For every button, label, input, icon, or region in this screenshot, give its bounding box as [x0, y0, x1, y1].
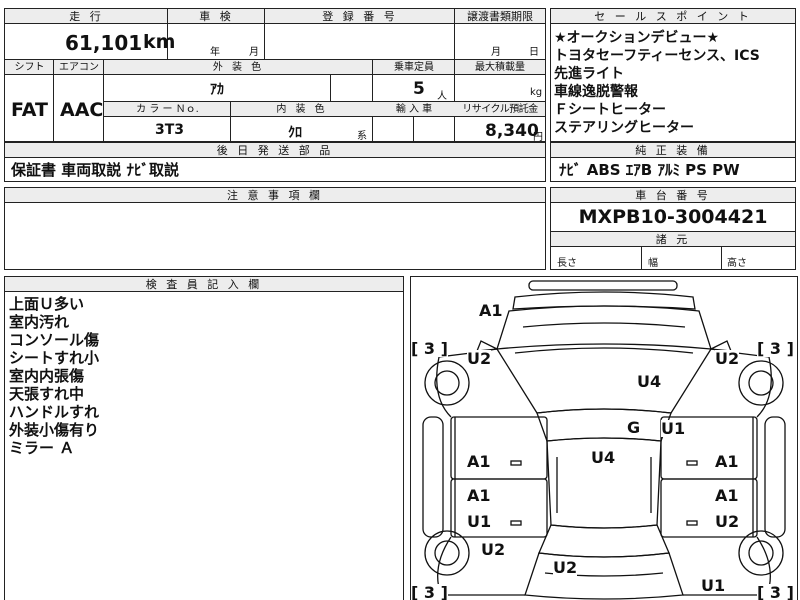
inspection-header: 車 検	[168, 9, 265, 24]
transfer-day: 日	[529, 47, 539, 58]
inspector-note: シートすれ小	[9, 349, 100, 367]
damage-rear-left: U2	[481, 540, 506, 559]
selling-point-line: ステアリングヒーター	[554, 120, 694, 136]
damage-cabin: U4	[591, 448, 616, 467]
damage-front-right: U2	[715, 349, 740, 368]
selling-points-box: セ ー ル ス ポ イ ン ト ★オークションデビュー★ トヨタセーフティーセン…	[550, 8, 796, 142]
later-parts-value: 保証書 車両取説 ﾅﾋﾞ取説	[11, 161, 179, 179]
length-label: 長さ	[557, 258, 577, 269]
recycle-value: 8,340	[485, 121, 539, 141]
damage-door-rr-a: A1	[715, 486, 739, 505]
inspector-note: コンソール傷	[9, 331, 100, 349]
interior-color-header: 内 装 色	[231, 102, 373, 117]
notes-header: 注 意 事 項 欄	[5, 188, 545, 203]
car-diagram-box: A1 U2 U2 U4 G U1 U4 A1 A1 A1 U1 A1 U2 U2…	[410, 276, 798, 600]
interior-color-value: ｸﾛ	[288, 125, 302, 141]
inspector-note: 外装小傷有り	[9, 421, 100, 439]
height-label: 高さ	[727, 258, 747, 269]
seating-unit: 人	[437, 91, 447, 102]
damage-glass: G	[627, 418, 641, 437]
selling-point-line: トヨタセーフティーセンス、ICS	[554, 48, 760, 64]
color-no-value: 3T3	[155, 122, 185, 138]
color-no-header: カ ラ ー Ｎｏ.	[104, 102, 231, 117]
shift-value: FAT	[11, 99, 48, 121]
damage-roof-front: A1	[479, 301, 503, 320]
exterior-color-value: ｱｶ	[210, 82, 224, 98]
damage-door-rl-u: U1	[467, 512, 492, 531]
inspector-header: 検 査 員 記 入 欄	[5, 277, 403, 292]
selling-points-header: セ ー ル ス ポ イ ン ト	[551, 9, 795, 24]
damage-door-fl: A1	[467, 452, 491, 471]
mileage-value: 61,101	[65, 31, 143, 55]
max-load-header: 最大積載量	[455, 60, 545, 75]
later-parts-box: 後 日 発 送 部 品 保証書 車両取説 ﾅﾋﾞ取説	[4, 142, 546, 182]
car-diagram	[422, 280, 786, 600]
aircon-value: AAC	[60, 99, 104, 121]
exterior-color-header: 外 装 色	[104, 60, 373, 75]
equipment-value: ﾅﾋﾞ ABS ｴｱB ｱﾙﾐ PS PW	[559, 161, 740, 179]
damage-hood-right: U4	[637, 372, 662, 391]
damage-trunk: U2	[553, 558, 578, 577]
damage-door-rl-a: A1	[467, 486, 491, 505]
interior-suffix: 系	[357, 131, 367, 142]
seating-value: 5	[413, 79, 425, 99]
transfer-month: 月	[491, 47, 501, 58]
selling-point-line: Ｆシートヒーター	[554, 102, 666, 118]
aircon-header: エアコン	[54, 60, 104, 75]
inspector-note: 天張すれ中	[9, 385, 85, 403]
import-header: 輸 入 車	[373, 102, 455, 117]
damage-front-left: U2	[467, 349, 492, 368]
transfer-header: 譲渡書類期限	[455, 9, 545, 24]
tire-bracket-bottom-right: [ 3 ]	[757, 583, 794, 600]
selling-point-line: 車線逸脱警報	[554, 84, 638, 100]
damage-door-fr: A1	[715, 452, 739, 471]
later-parts-header: 後 日 発 送 部 品	[5, 143, 545, 158]
inspector-notes-list: 上面Ｕ多い 室内汚れ コンソール傷 シートすれ小 室内内張傷 天張すれ中 ハンド…	[9, 295, 99, 457]
damage-rear-right: U1	[701, 576, 726, 595]
inspection-year: 年	[210, 47, 220, 58]
mileage-header: 走 行	[5, 9, 168, 24]
selling-point-line: 先進ライト	[554, 66, 624, 82]
damage-pillar-right: U1	[661, 419, 686, 438]
max-load-unit: kg	[530, 87, 543, 98]
inspector-note: ミラー Ａ	[9, 439, 75, 457]
top-table: 走 行 車 検 登 録 番 号 譲渡書類期限 61,101 km 年 月 月 日…	[4, 8, 546, 143]
selling-point-line: ★オークションデビュー★	[554, 30, 720, 46]
inspector-note: ハンドルすれ	[9, 403, 100, 421]
dimensions-header: 諸 元	[551, 232, 795, 247]
inspector-note: 上面Ｕ多い	[9, 295, 85, 313]
inspector-box: 検 査 員 記 入 欄 上面Ｕ多い 室内汚れ コンソール傷 シートすれ小 室内内…	[4, 276, 404, 600]
selling-points-list: ★オークションデビュー★ トヨタセーフティーセンス、ICS 先進ライト 車線逸脱…	[554, 29, 792, 137]
inspection-month: 月	[249, 47, 259, 58]
shift-header: シフト	[5, 60, 54, 75]
inspector-note: 室内内張傷	[9, 367, 85, 385]
tire-bracket-top-right: [ 3 ]	[757, 339, 794, 358]
chassis-number: MXPB10-3004421	[578, 206, 768, 228]
inspector-note: 室内汚れ	[9, 313, 70, 331]
chassis-box: 車 台 番 号 MXPB10-3004421 諸 元 長さ 幅 高さ	[550, 187, 796, 270]
chassis-header: 車 台 番 号	[551, 188, 795, 203]
seating-header: 乗車定員	[373, 60, 455, 75]
tire-bracket-bottom-left: [ 3 ]	[411, 583, 448, 600]
damage-door-rr-u: U2	[715, 512, 740, 531]
tire-bracket-top-left: [ 3 ]	[411, 339, 448, 358]
recycle-header: リサイクル預託金	[455, 102, 545, 117]
recycle-unit: 円	[533, 132, 543, 143]
equipment-header: 純 正 装 備	[551, 143, 795, 158]
equipment-box: 純 正 装 備 ﾅﾋﾞ ABS ｴｱB ｱﾙﾐ PS PW	[550, 142, 796, 182]
registration-header: 登 録 番 号	[265, 9, 455, 24]
mileage-unit: km	[143, 31, 176, 53]
notes-box: 注 意 事 項 欄	[4, 187, 546, 270]
width-label: 幅	[648, 258, 658, 269]
